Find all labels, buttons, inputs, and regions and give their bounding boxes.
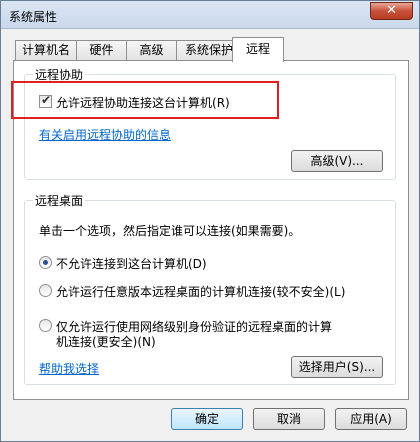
remote-assistance-title: 远程协助 — [33, 66, 86, 83]
close-button[interactable]: ✕ — [370, 2, 413, 20]
tab-hardware[interactable]: 硬件 — [76, 40, 127, 61]
advanced-button[interactable]: 高级(V)... — [291, 150, 383, 172]
help-me-choose-link[interactable]: 帮助我选择 — [39, 360, 99, 377]
checkmark-icon: ✔ — [41, 93, 52, 107]
system-properties-window: 系统属性 ✕ 计算机名 硬件 高级 系统保护 远程 远程协助 ✔ 允许远程协助连… — [0, 0, 420, 442]
select-users-button[interactable]: 选择用户(S)... — [291, 356, 383, 378]
tab-panel-remote: 远程协助 ✔ 允许远程协助连接这台计算机(R) 有关启用远程协助的信息 高级(V… — [13, 60, 409, 400]
tab-advanced[interactable]: 高级 — [126, 40, 177, 61]
title-bar: 系统属性 ✕ — [1, 1, 419, 29]
remote-desktop-group: 远程桌面 单击一个选项，然后指定谁可以连接(如果需要)。 不允许连接到这台计算机… — [24, 192, 396, 385]
allow-any-version-label[interactable]: 允许运行任意版本远程桌面的计算机连接(较不安全)(L) — [56, 283, 345, 300]
remote-assistance-info-link[interactable]: 有关启用远程协助的信息 — [39, 126, 171, 143]
radio-deny-connections[interactable] — [39, 256, 52, 269]
cancel-button[interactable]: 取消 — [253, 408, 325, 430]
remote-assistance-group: 远程协助 ✔ 允许远程协助连接这台计算机(R) 有关启用远程协助的信息 高级(V… — [24, 66, 396, 180]
ok-button[interactable]: 确定 — [171, 408, 243, 430]
radio-selected-dot — [43, 260, 48, 265]
window-title: 系统属性 — [9, 10, 58, 24]
remote-desktop-instruction: 单击一个选项，然后指定谁可以连接(如果需要)。 — [39, 224, 301, 238]
tab-remote[interactable]: 远程 — [232, 37, 284, 62]
apply-button[interactable]: 应用(A) — [335, 408, 407, 430]
allow-nla-label-line2[interactable]: 机连接(更安全)(N) — [56, 333, 156, 350]
radio-allow-any-version[interactable] — [39, 284, 52, 297]
deny-connections-label[interactable]: 不允许连接到这台计算机(D) — [56, 255, 207, 272]
radio-allow-nla-only[interactable] — [39, 319, 52, 332]
tab-computer-name[interactable]: 计算机名 — [15, 40, 77, 61]
remote-desktop-title: 远程桌面 — [33, 192, 86, 209]
allow-remote-assistance-label[interactable]: 允许远程协助连接这台计算机(R) — [56, 94, 230, 111]
allow-remote-assistance-checkbox[interactable]: ✔ — [39, 93, 52, 108]
